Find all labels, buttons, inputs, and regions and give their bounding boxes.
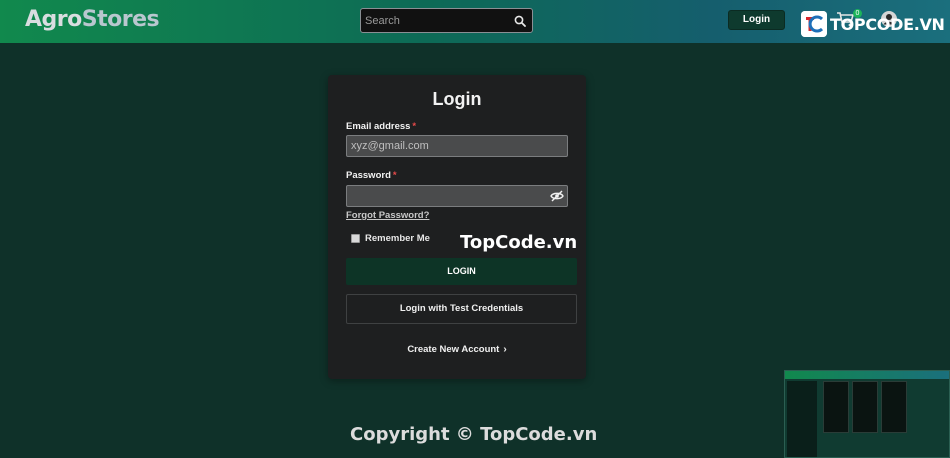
copyright-text: Copyright © TopCode.vn xyxy=(350,424,598,445)
create-account-link[interactable]: Create New Account › xyxy=(328,344,586,355)
brand-logo-part2: Stores xyxy=(81,7,160,32)
watermark-logo-icon xyxy=(801,11,827,37)
required-mark: * xyxy=(392,170,397,181)
thumbnail-product-card xyxy=(881,381,907,433)
password-label-text: Password xyxy=(346,170,391,181)
remember-me-label[interactable]: Remember Me xyxy=(365,233,430,244)
login-button[interactable]: LOGIN xyxy=(346,258,577,285)
thumbnail-product-card xyxy=(852,381,878,433)
watermark-text: TopCode.vn xyxy=(460,232,578,253)
thumbnail-header xyxy=(785,371,949,379)
remember-me-checkbox[interactable] xyxy=(351,234,360,243)
chevron-right-icon: › xyxy=(503,344,507,355)
watermark-brand: TOPCODE.VN xyxy=(801,11,945,37)
required-mark: * xyxy=(412,121,417,132)
test-credentials-button[interactable]: Login with Test Credentials xyxy=(346,294,577,324)
thumbnail-product-card xyxy=(823,381,849,433)
password-field[interactable] xyxy=(346,185,568,207)
watermark-brand-text: TOPCODE.VN xyxy=(830,14,945,34)
email-label-text: Email address xyxy=(346,121,411,132)
header-login-button[interactable]: Login xyxy=(728,10,785,30)
forgot-password-link[interactable]: Forgot Password? xyxy=(346,210,429,221)
top-navbar: AgroStores Login 0 xyxy=(0,0,950,43)
create-account-text: Create New Account xyxy=(407,344,500,355)
search-input[interactable] xyxy=(365,12,505,29)
eye-off-icon[interactable] xyxy=(550,189,564,203)
email-field[interactable] xyxy=(346,135,568,157)
brand-logo[interactable]: AgroStores xyxy=(25,7,160,32)
preview-thumbnail xyxy=(784,370,950,458)
password-label: Password * xyxy=(346,170,397,181)
search-box xyxy=(360,8,533,33)
search-icon[interactable] xyxy=(514,14,526,27)
brand-logo-part1: Agro xyxy=(25,7,82,32)
email-label: Email address * xyxy=(346,121,416,132)
thumbnail-sidebar xyxy=(787,381,817,457)
remember-me: Remember Me xyxy=(351,233,430,244)
login-card: Login Email address* Password* Forgot Pa… xyxy=(328,75,586,379)
page-title: Login xyxy=(432,89,482,109)
